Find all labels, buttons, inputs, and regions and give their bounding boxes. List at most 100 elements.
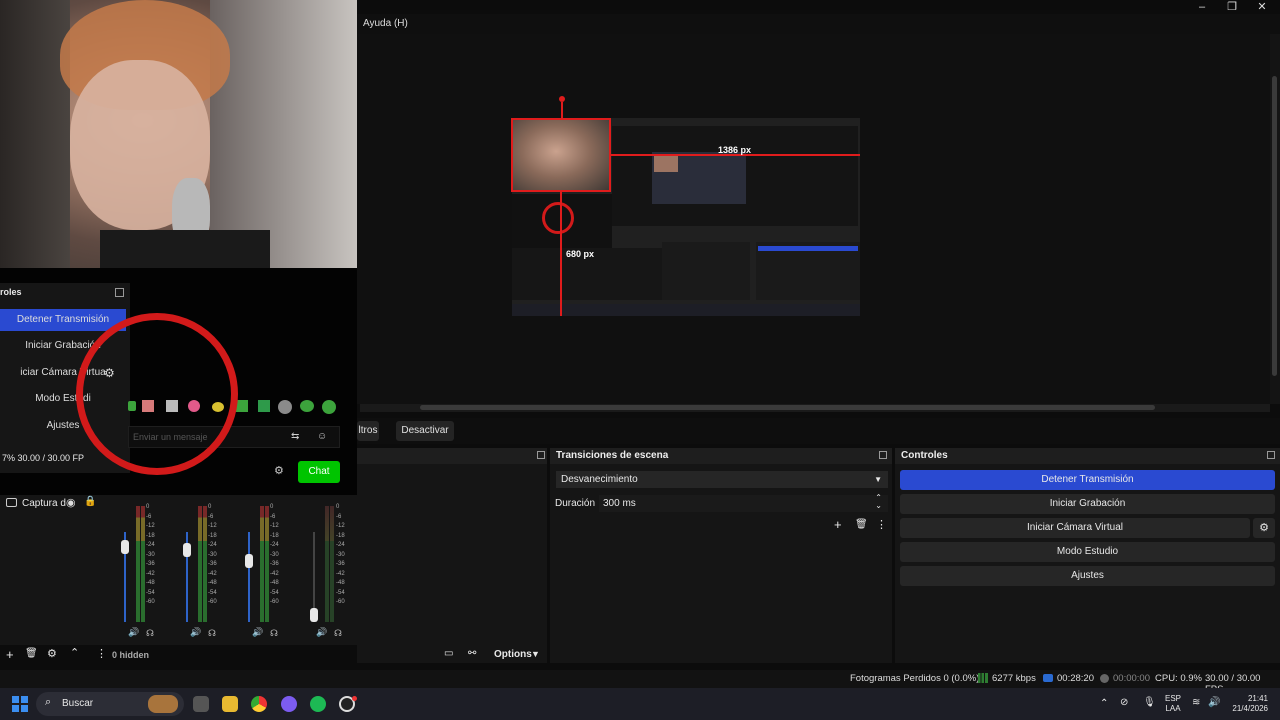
emote-icon[interactable]: [278, 400, 292, 414]
add-transition-icon[interactable]: +: [834, 517, 842, 532]
transition-select[interactable]: Desvanecimiento ▼: [556, 471, 888, 488]
microphone-icon[interactable]: 🎙: [1143, 697, 1156, 708]
chevron-down-icon: ▼: [874, 475, 882, 484]
discord-icon[interactable]: [281, 696, 297, 712]
more-icon[interactable]: ⋮: [876, 518, 887, 531]
fader-knob[interactable]: [121, 540, 129, 554]
deactivate-button[interactable]: Desactivar: [396, 421, 454, 441]
duration-input[interactable]: 300 ms ⌃ ⌄: [599, 493, 888, 512]
source-item-label[interactable]: Captura d: [22, 498, 66, 509]
gear-icon[interactable]: ⚙: [47, 647, 57, 660]
stepper-down-icon[interactable]: ⌄: [875, 501, 882, 510]
fader-knob[interactable]: [183, 543, 191, 557]
chevron-down-icon[interactable]: ▼: [531, 649, 540, 659]
emote-icon[interactable]: [236, 400, 248, 412]
task-view-icon[interactable]: [193, 696, 209, 712]
preview-hscroll-thumb[interactable]: [420, 405, 1155, 410]
virtual-camera-gear-icon[interactable]: ⚙: [1253, 518, 1275, 538]
volume-meter: [265, 506, 269, 622]
clock[interactable]: 21:41 21/4/2026: [1226, 694, 1268, 714]
filters-button[interactable]: ltros: [357, 421, 379, 441]
language-indicator[interactable]: ESP LAA: [1165, 694, 1181, 714]
selection-box[interactable]: [511, 118, 611, 192]
duration-value: 300 ms: [603, 498, 636, 509]
headphones-icon[interactable]: ☊: [334, 628, 342, 639]
chevron-up-icon[interactable]: ⌃: [70, 646, 79, 659]
fader-knob[interactable]: [245, 554, 253, 568]
volume-meter: [198, 506, 202, 622]
menu-help[interactable]: Ayuda (H): [363, 18, 408, 29]
chevron-up-icon[interactable]: ⌃: [1100, 698, 1108, 709]
headphones-icon[interactable]: ☊: [208, 628, 216, 639]
transitions-title: Transiciones de escena: [550, 448, 892, 464]
chrome-icon[interactable]: [251, 696, 267, 712]
headphones-icon[interactable]: ☊: [270, 628, 278, 639]
speaker-icon[interactable]: 🔊: [128, 627, 139, 638]
studio-mode-button[interactable]: Modo Estudio: [900, 542, 1275, 562]
trash-icon[interactable]: 🗑: [855, 519, 868, 530]
options-button[interactable]: Options: [494, 649, 532, 660]
overlay-stop-stream[interactable]: Detener Transmisión: [0, 309, 126, 331]
webcam-overlay: [0, 0, 357, 268]
fader-knob[interactable]: [310, 608, 318, 622]
search-placeholder: Buscar: [62, 698, 94, 709]
volume-meter: [325, 506, 329, 622]
speaker-icon[interactable]: 🔊: [190, 627, 201, 638]
add-icon[interactable]: +: [6, 647, 14, 662]
layout-icon[interactable]: ▭: [444, 648, 453, 659]
cpu-usage: CPU: 0.9%: [1155, 673, 1202, 684]
red-circle-annotation: [76, 313, 238, 475]
chat-settings-icon[interactable]: ⚙: [274, 464, 284, 477]
emote-icon[interactable]: [300, 400, 314, 412]
emote-icon[interactable]: [258, 400, 270, 412]
volume-meter: [136, 506, 140, 622]
volume-meter: [330, 506, 334, 622]
emote-icon[interactable]: [322, 400, 336, 414]
undock-icon[interactable]: [115, 288, 124, 297]
overlay-panel-title: roles: [0, 287, 22, 297]
preview-vscroll[interactable]: [1270, 34, 1280, 404]
lock-icon[interactable]: 🔒: [84, 496, 96, 507]
fader-track[interactable]: [248, 532, 250, 622]
transition-selected: Desvanecimiento: [561, 474, 638, 485]
stop-stream-button[interactable]: Detener Transmisión: [900, 470, 1275, 490]
stream-time: 00:28:20: [1057, 673, 1094, 684]
close-button[interactable]: ✕: [1247, 0, 1277, 14]
volume-icon[interactable]: 🔊: [1208, 697, 1220, 708]
more-icon[interactable]: ⋮: [96, 647, 107, 660]
record-time: 00:00:00: [1113, 673, 1150, 684]
link-icon[interactable]: ⚯: [468, 648, 476, 659]
minimize-button[interactable]: –: [1187, 0, 1217, 14]
network-off-icon[interactable]: ⊘: [1120, 697, 1128, 708]
wifi-icon[interactable]: ≋: [1192, 697, 1200, 708]
start-record-button[interactable]: Iniciar Grabación: [900, 494, 1275, 514]
volume-meter: [260, 506, 264, 622]
undock-icon[interactable]: [537, 451, 545, 459]
file-explorer-icon[interactable]: [222, 696, 238, 712]
visibility-eye-icon[interactable]: ◉: [66, 496, 76, 509]
bits-icon[interactable]: ⇆: [291, 431, 299, 442]
height-label: 680 px: [566, 249, 595, 259]
maximize-button[interactable]: ❐: [1217, 0, 1247, 14]
headphones-icon[interactable]: ☊: [146, 628, 154, 639]
height-guide: [560, 192, 562, 316]
spotify-icon[interactable]: [310, 696, 326, 712]
speaker-icon[interactable]: 🔊: [316, 627, 327, 638]
windows-start-icon[interactable]: [12, 696, 28, 712]
speaker-icon[interactable]: 🔊: [252, 627, 263, 638]
search-highlight-icon: [148, 695, 178, 713]
trash-icon[interactable]: 🗑: [25, 648, 38, 659]
search-icon: ⌕: [45, 696, 52, 708]
taskbar-search[interactable]: ⌕ Buscar: [36, 692, 184, 716]
emote-picker-icon[interactable]: ☺: [317, 431, 327, 442]
monitor-icon: [6, 498, 17, 507]
volume-meter: [203, 506, 207, 622]
chat-button[interactable]: Chat: [298, 461, 340, 483]
dropped-frames: Fotogramas Perdidos 0 (0.0%): [850, 673, 980, 684]
virtual-camera-button[interactable]: Iniciar Cámara Virtual: [900, 518, 1250, 538]
duration-label: Duración: [555, 498, 596, 509]
undock-icon[interactable]: [1267, 451, 1275, 459]
undock-icon[interactable]: [879, 451, 887, 459]
volume-meter: [141, 506, 145, 622]
settings-button[interactable]: Ajustes: [900, 566, 1275, 586]
